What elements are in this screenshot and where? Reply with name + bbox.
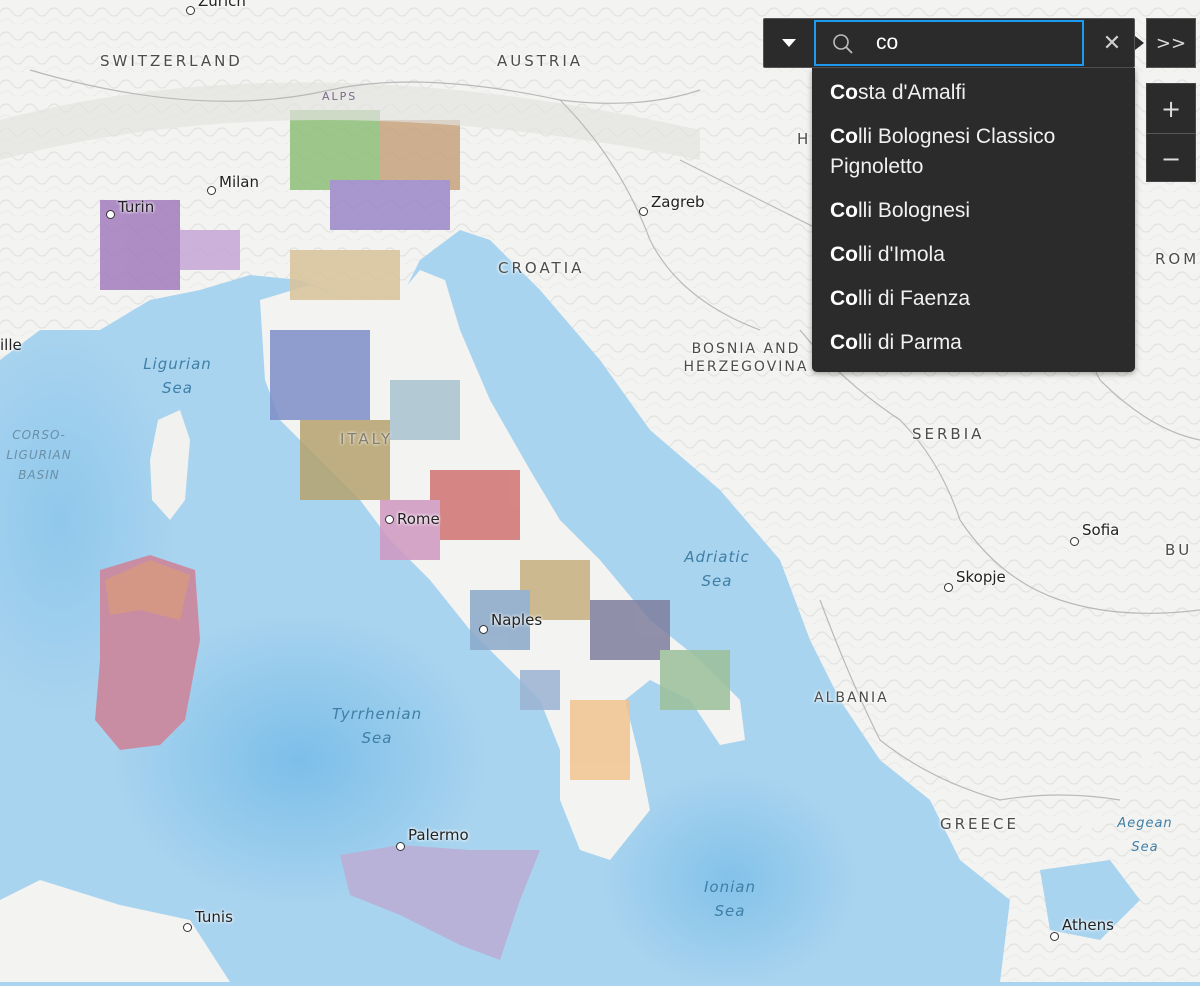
city-label-skopje: Skopje	[956, 568, 1006, 586]
suggestion-item[interactable]: Colli Bolognesi Classico Pignoletto	[812, 116, 1135, 190]
suggestion-item[interactable]: Costa d'Amalfi	[812, 72, 1135, 116]
magnifier-icon	[833, 34, 853, 54]
country-label-hungary: H	[797, 130, 812, 148]
sea-label-ionian: Ionian Sea	[704, 878, 756, 920]
city-dot-tunis	[183, 923, 192, 932]
sea-label-adriatic: Adriatic Sea	[684, 548, 750, 590]
zoom-in-button[interactable]: +	[1147, 84, 1195, 133]
city-label-naples: Naples	[491, 611, 543, 629]
suggestion-rest: lli Bolognesi	[858, 199, 971, 222]
suggestion-rest: lli di Faenza	[858, 287, 971, 310]
city-label-tunis: Tunis	[195, 908, 233, 926]
city-dot-turin	[106, 210, 115, 219]
sea-label-corso-ligurian-basin: CORSO- LIGURIAN BASIN	[6, 428, 72, 482]
search-input[interactable]	[876, 28, 1076, 58]
city-dot-sofia	[1070, 537, 1079, 546]
country-label-croatia: CROATIA	[498, 259, 585, 277]
suggestion-match: Co	[830, 199, 858, 222]
city-label-turin: Turin	[118, 198, 155, 216]
city-label-palermo: Palermo	[408, 826, 469, 844]
city-dot-skopje	[944, 583, 953, 592]
zoom-control: + −	[1146, 83, 1196, 182]
city-dot-naples	[479, 625, 488, 634]
caret-down-icon	[782, 39, 796, 47]
suggestion-match: Co	[830, 287, 858, 310]
suggestion-match: Co	[830, 331, 858, 354]
expand-panel-button[interactable]: >>	[1146, 18, 1196, 68]
city-label-milan: Milan	[219, 173, 259, 191]
country-label-italy: ITALY	[340, 430, 394, 448]
suggestion-rest: lli d'Imola	[858, 243, 945, 266]
city-dot-rome	[385, 515, 394, 524]
country-label-bulgaria: BU	[1165, 541, 1193, 559]
suggestion-item[interactable]: Colli di Parma	[812, 322, 1135, 366]
country-label-romania: ROM	[1155, 250, 1200, 268]
zoom-out-button[interactable]: −	[1147, 133, 1195, 183]
city-dot-zurich	[186, 6, 195, 15]
close-icon: ✕	[1102, 30, 1122, 56]
suggestion-item[interactable]: Colli Bolognesi	[812, 190, 1135, 234]
suggestion-rest: sta d'Amalfi	[858, 81, 966, 104]
city-dot-athens	[1050, 932, 1059, 941]
clear-search-button[interactable]: ✕	[1090, 19, 1134, 67]
city-label-rome: Rome	[397, 510, 440, 528]
sea-label-aegean: Aegean Sea	[1117, 816, 1173, 855]
expand-pointer	[1135, 36, 1144, 50]
suggestion-match: Co	[830, 243, 858, 266]
city-label-athens: Athens	[1062, 916, 1114, 934]
range-label-alps: ALPS	[322, 90, 358, 103]
country-label-serbia: SERBIA	[912, 425, 985, 443]
search-suggestions-list: Costa d'Amalfi Colli Bolognesi Classico …	[812, 68, 1135, 372]
suggestion-rest: lli Bolognesi Classico Pignoletto	[830, 125, 1056, 178]
search-box	[814, 20, 1084, 66]
country-label-switzerland: SWITZERLAND	[100, 52, 243, 70]
country-label-austria: AUSTRIA	[497, 52, 584, 70]
city-label-marseille: ille	[0, 336, 22, 354]
city-label-sofia: Sofia	[1082, 521, 1120, 539]
suggestion-match: Co	[830, 125, 858, 148]
suggestion-rest: lli di Parma	[858, 331, 962, 354]
city-dot-milan	[207, 186, 216, 195]
suggestion-item[interactable]: Colli d'Imola	[812, 234, 1135, 278]
city-label-zurich: Zurich	[198, 0, 246, 10]
search-source-menu-button[interactable]	[764, 19, 814, 67]
sea-label-tyrrhenian: Tyrrhenian Sea	[331, 705, 423, 747]
city-dot-zagreb	[639, 207, 648, 216]
suggestion-match: Co	[830, 81, 858, 104]
country-label-greece: GREECE	[940, 815, 1019, 833]
country-label-bosnia: BOSNIA AND HERZEGOVINA	[683, 341, 809, 375]
city-label-zagreb: Zagreb	[651, 193, 705, 211]
suggestion-item[interactable]: Colli di Faenza	[812, 278, 1135, 322]
country-label-albania: ALBANIA	[814, 690, 889, 706]
sea-label-ligurian: Ligurian Sea	[143, 355, 212, 397]
search-widget: ✕	[763, 18, 1135, 68]
city-dot-palermo	[396, 842, 405, 851]
